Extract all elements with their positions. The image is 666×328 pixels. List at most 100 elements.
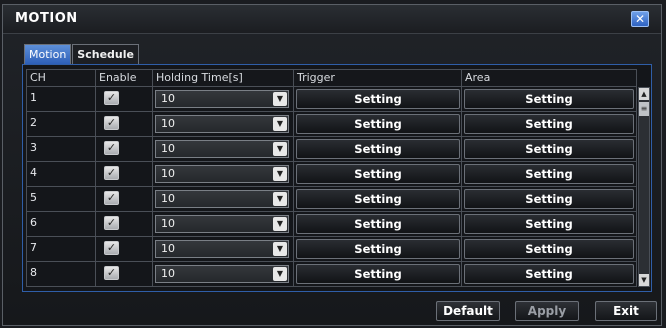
cell-enable: ✓: [96, 112, 153, 137]
enable-checkbox[interactable]: ✓: [104, 191, 119, 205]
enable-checkbox[interactable]: ✓: [104, 91, 119, 105]
header-ch: CH: [26, 69, 96, 87]
trigger-setting-button[interactable]: Setting: [296, 139, 460, 159]
cell-area: Setting: [462, 137, 637, 162]
cell-enable: ✓: [96, 87, 153, 112]
enable-checkbox[interactable]: ✓: [104, 166, 119, 180]
cell-ch: 5: [26, 187, 96, 212]
cell-holding-time: 10 ▼: [153, 237, 294, 262]
trigger-setting-button[interactable]: Setting: [296, 114, 460, 134]
cell-holding-time: 10 ▼: [153, 262, 294, 287]
exit-button[interactable]: Exit: [595, 301, 657, 321]
cell-area: Setting: [462, 112, 637, 137]
chevron-down-icon[interactable]: ▼: [273, 92, 287, 106]
cell-trigger: Setting: [294, 187, 462, 212]
motion-table-panel: CH Enable Holding Time[s] Trigger Area 1…: [22, 64, 652, 292]
holding-time-value: 10: [161, 167, 175, 180]
cell-area: Setting: [462, 212, 637, 237]
holding-time-select[interactable]: 10 ▼: [155, 165, 289, 183]
area-setting-button[interactable]: Setting: [464, 139, 634, 159]
holding-time-value: 10: [161, 92, 175, 105]
cell-ch: 8: [26, 262, 96, 287]
holding-time-value: 10: [161, 117, 175, 130]
cell-ch: 4: [26, 162, 96, 187]
cell-ch: 2: [26, 112, 96, 137]
chevron-down-icon[interactable]: ▼: [273, 167, 287, 181]
enable-checkbox[interactable]: ✓: [104, 141, 119, 155]
holding-time-value: 10: [161, 142, 175, 155]
cell-trigger: Setting: [294, 137, 462, 162]
tab-motion[interactable]: Motion: [24, 44, 72, 64]
cell-area: Setting: [462, 262, 637, 287]
chevron-down-icon[interactable]: ▼: [273, 217, 287, 231]
cell-holding-time: 10 ▼: [153, 212, 294, 237]
area-setting-button[interactable]: Setting: [464, 114, 634, 134]
trigger-setting-button[interactable]: Setting: [296, 214, 460, 234]
trigger-setting-button[interactable]: Setting: [296, 189, 460, 209]
holding-time-select[interactable]: 10 ▼: [155, 240, 289, 258]
cell-trigger: Setting: [294, 237, 462, 262]
trigger-setting-button[interactable]: Setting: [296, 264, 460, 284]
cell-trigger: Setting: [294, 262, 462, 287]
holding-time-select[interactable]: 10 ▼: [155, 115, 289, 133]
scroll-thumb[interactable]: ≡: [639, 102, 649, 116]
chevron-down-icon[interactable]: ▼: [273, 242, 287, 256]
header-area: Area: [462, 69, 637, 87]
cell-ch: 1: [26, 87, 96, 112]
cell-holding-time: 10 ▼: [153, 87, 294, 112]
cell-ch: 3: [26, 137, 96, 162]
area-setting-button[interactable]: Setting: [464, 89, 634, 109]
cell-area: Setting: [462, 237, 637, 262]
holding-time-select[interactable]: 10 ▼: [155, 190, 289, 208]
area-setting-button[interactable]: Setting: [464, 264, 634, 284]
area-setting-button[interactable]: Setting: [464, 214, 634, 234]
cell-enable: ✓: [96, 187, 153, 212]
tab-bar: Motion Schedule: [24, 44, 140, 64]
area-setting-button[interactable]: Setting: [464, 164, 634, 184]
trigger-setting-button[interactable]: Setting: [296, 164, 460, 184]
chevron-down-icon[interactable]: ▼: [273, 267, 287, 281]
default-button[interactable]: Default: [436, 301, 500, 321]
enable-checkbox[interactable]: ✓: [104, 266, 119, 280]
header-trigger: Trigger: [294, 69, 462, 87]
area-setting-button[interactable]: Setting: [464, 189, 634, 209]
enable-checkbox[interactable]: ✓: [104, 241, 119, 255]
cell-ch: 6: [26, 212, 96, 237]
header-holding-time: Holding Time[s]: [153, 69, 294, 87]
holding-time-value: 10: [161, 267, 175, 280]
holding-time-select[interactable]: 10 ▼: [155, 265, 289, 283]
cell-holding-time: 10 ▼: [153, 187, 294, 212]
cell-area: Setting: [462, 162, 637, 187]
cell-trigger: Setting: [294, 112, 462, 137]
holding-time-value: 10: [161, 192, 175, 205]
header-enable: Enable: [96, 69, 153, 87]
cell-trigger: Setting: [294, 87, 462, 112]
chevron-down-icon[interactable]: ▼: [273, 142, 287, 156]
table-scrollbar[interactable]: ▲ ≡ ▼: [638, 87, 650, 287]
holding-time-value: 10: [161, 242, 175, 255]
cell-holding-time: 10 ▼: [153, 137, 294, 162]
holding-time-value: 10: [161, 217, 175, 230]
cell-holding-time: 10 ▼: [153, 112, 294, 137]
holding-time-select[interactable]: 10 ▼: [155, 90, 289, 108]
scroll-up-icon[interactable]: ▲: [639, 88, 649, 100]
cell-enable: ✓: [96, 162, 153, 187]
cell-holding-time: 10 ▼: [153, 162, 294, 187]
trigger-setting-button[interactable]: Setting: [296, 89, 460, 109]
scroll-down-icon[interactable]: ▼: [639, 274, 649, 286]
enable-checkbox[interactable]: ✓: [104, 216, 119, 230]
holding-time-select[interactable]: 10 ▼: [155, 140, 289, 158]
cell-trigger: Setting: [294, 212, 462, 237]
chevron-down-icon[interactable]: ▼: [273, 192, 287, 206]
cell-trigger: Setting: [294, 162, 462, 187]
chevron-down-icon[interactable]: ▼: [273, 117, 287, 131]
cell-enable: ✓: [96, 137, 153, 162]
close-icon[interactable]: ✕: [631, 11, 649, 27]
trigger-setting-button[interactable]: Setting: [296, 239, 460, 259]
area-setting-button[interactable]: Setting: [464, 239, 634, 259]
holding-time-select[interactable]: 10 ▼: [155, 215, 289, 233]
enable-checkbox[interactable]: ✓: [104, 116, 119, 130]
cell-enable: ✓: [96, 262, 153, 287]
apply-button[interactable]: Apply: [515, 301, 579, 321]
tab-schedule[interactable]: Schedule: [72, 44, 139, 64]
